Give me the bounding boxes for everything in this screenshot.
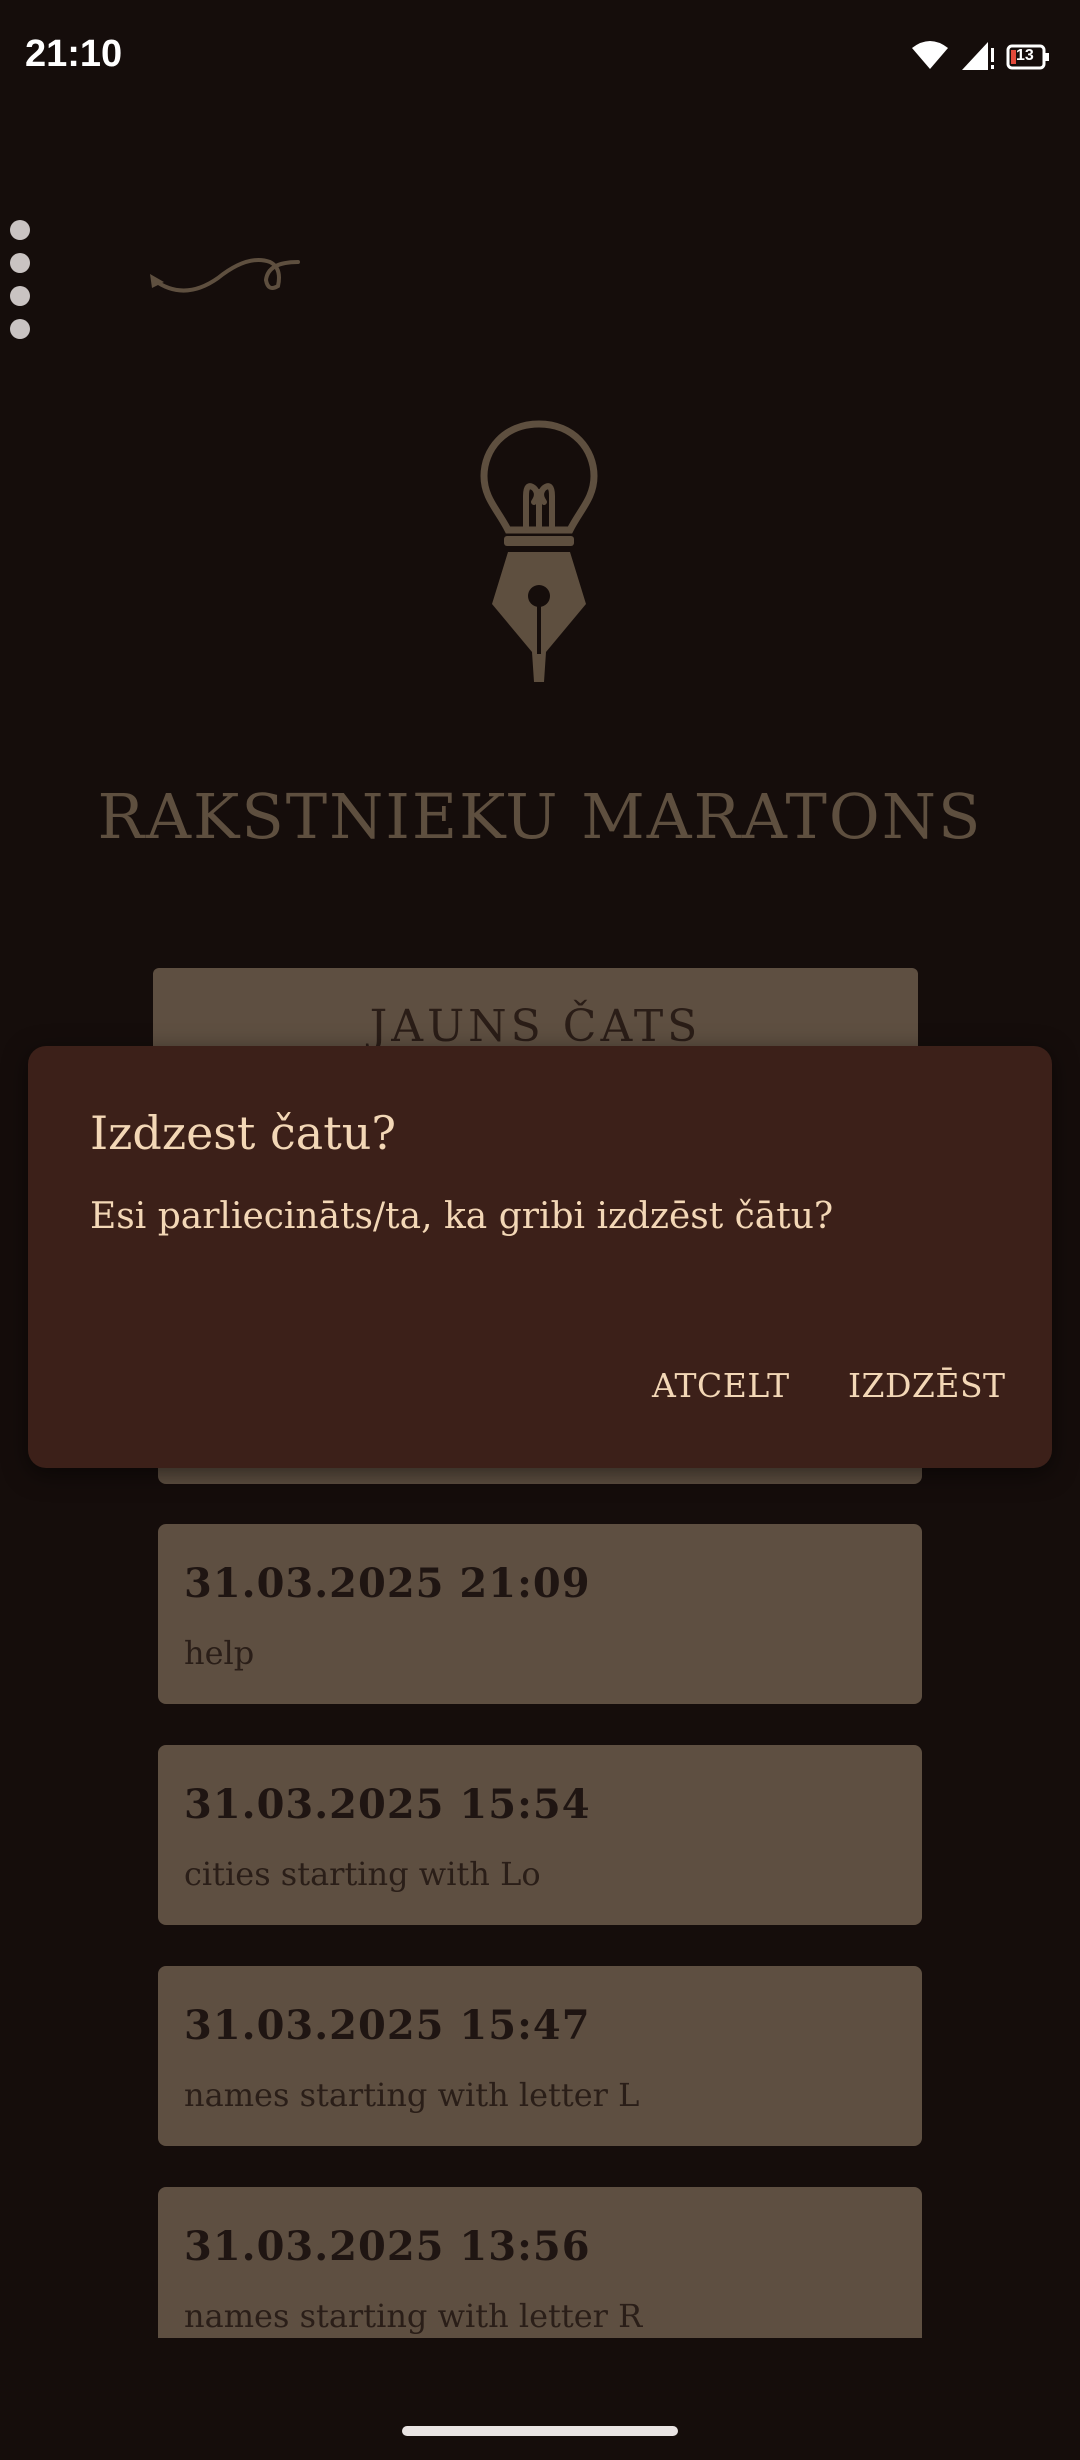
dialog-title: Izdzest čatu? xyxy=(90,1106,396,1160)
delete-button[interactable]: IZDZĒST xyxy=(848,1366,1006,1405)
chat-subtitle: names starting with letter R xyxy=(184,2297,643,2335)
chat-date: 31.03.2025 15:47 xyxy=(184,2002,591,2049)
home-indicator[interactable] xyxy=(402,2426,678,2436)
chat-date: 31.03.2025 13:56 xyxy=(184,2223,591,2270)
chat-subtitle: help xyxy=(184,1634,255,1672)
chat-subtitle: names starting with letter L xyxy=(184,2076,640,2114)
delete-chat-dialog: Izdzest čatu? Esi parliecināts/ta, ka gr… xyxy=(28,1046,1052,1468)
chat-date: 31.03.2025 15:54 xyxy=(184,1781,591,1828)
cancel-button[interactable]: ATCELT xyxy=(652,1366,790,1405)
chat-card[interactable]: 31.03.2025 15:47 names starting with let… xyxy=(158,1966,922,2146)
dialog-message: Esi parliecināts/ta, ka gribi izdzēst čā… xyxy=(90,1196,834,1237)
chat-card[interactable]: 31.03.2025 21:09 help xyxy=(158,1524,922,1704)
chat-subtitle: cities starting with Lo xyxy=(184,1855,541,1893)
chat-card[interactable]: 31.03.2025 13:56 names starting with let… xyxy=(158,2187,922,2338)
chat-date: 31.03.2025 21:09 xyxy=(184,1560,591,1607)
chat-card[interactable]: 31.03.2025 15:54 cities starting with Lo xyxy=(158,1745,922,1925)
